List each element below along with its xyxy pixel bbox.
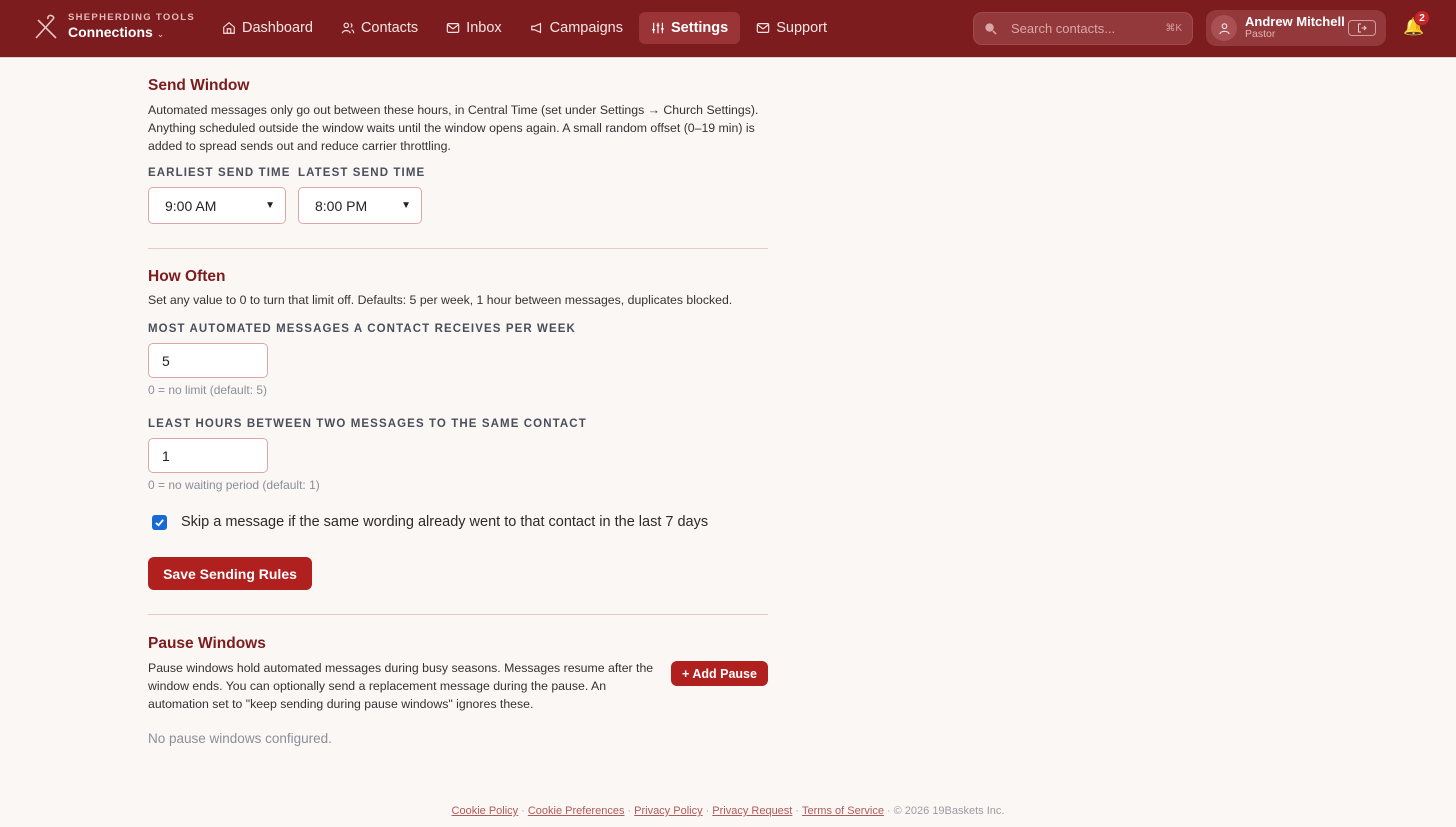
send-window-title: Send Window (148, 77, 250, 94)
footer-separator: · (627, 805, 632, 817)
latest-send-time-value: 8:00 PM (315, 197, 368, 214)
footer-separator: · (795, 805, 800, 817)
brand-name[interactable]: Connections ⌄ (68, 25, 195, 39)
nav-item-dashboard[interactable]: Dashboard (210, 12, 325, 44)
megaphone-icon (530, 22, 541, 34)
top-navbar: SHEPHERDING TOOLS Connections ⌄ Dashboard… (0, 0, 1456, 57)
nav-label: Campaigns (549, 20, 623, 36)
footer-separator: · (886, 805, 891, 817)
footer-link-cookie-policy[interactable]: Cookie Policy (452, 805, 519, 817)
footer-separator: · (521, 805, 525, 817)
skip-duplicate-label[interactable]: Skip a message if the same wording alrea… (181, 514, 708, 530)
logout-icon (1358, 23, 1367, 33)
footer-copyright: © 2026 19Baskets Inc. (893, 805, 1005, 817)
chevron-down-icon: ⌄ (156, 29, 165, 40)
checkmark-icon (155, 519, 164, 527)
earliest-send-time-label: EARLIEST SEND TIME (148, 167, 291, 179)
footer-link-privacy-request[interactable]: Privacy Request (712, 805, 792, 817)
brand[interactable]: SHEPHERDING TOOLS Connections ⌄ (32, 12, 195, 40)
section-divider (148, 614, 768, 615)
hours-between-label: LEAST HOURS BETWEEN TWO MESSAGES TO THE … (148, 418, 587, 430)
per-week-input[interactable] (148, 343, 268, 378)
send-window-description: Automated messages only go out between t… (148, 103, 759, 153)
pause-windows-description: Pause windows hold automated messages du… (148, 661, 654, 711)
pause-windows-title: Pause Windows (148, 635, 266, 652)
per-week-hint: 0 = no limit (default: 5) (148, 383, 268, 397)
brand-tagline: SHEPHERDING TOOLS (68, 11, 195, 23)
nav-item-support[interactable]: Support (744, 12, 839, 44)
save-sending-rules-button[interactable]: Save Sending Rules (148, 557, 312, 590)
skip-duplicate-checkbox[interactable] (152, 515, 167, 530)
logout-button[interactable] (1348, 20, 1376, 36)
hours-between-input[interactable] (148, 438, 268, 473)
user-icon (1218, 22, 1230, 34)
nav-label: Inbox (466, 20, 502, 36)
per-week-label: MOST AUTOMATED MESSAGES A CONTACT RECEIV… (148, 323, 576, 335)
chevron-down-icon: ▼ (401, 200, 411, 211)
footer: Cookie Policy · Cookie Preferences · Privacy… (0, 805, 1456, 817)
search-icon (985, 23, 997, 35)
empty-pause-windows-text: No pause windows configured. (148, 731, 332, 746)
contacts-icon (341, 22, 355, 34)
add-pause-button[interactable]: + Add Pause (671, 661, 768, 686)
latest-send-time-label: LATEST SEND TIME (298, 167, 426, 179)
hours-between-hint: 0 = no waiting period (default: 1) (148, 478, 320, 492)
notification-badge: 2 (1414, 10, 1430, 26)
chevron-down-icon: ▼ (265, 200, 275, 211)
search-input[interactable] (1011, 21, 1151, 36)
avatar (1211, 15, 1237, 41)
user-menu[interactable]: Andrew Mitchell Pastor (1206, 10, 1386, 46)
mail-icon (756, 23, 770, 33)
section-divider (148, 248, 768, 249)
shepherd-crook-logo-icon (35, 14, 57, 39)
latest-send-time-select[interactable]: 8:00 PM ▼ (298, 187, 422, 224)
nav-label: Settings (671, 20, 729, 36)
nav-item-contacts[interactable]: Contacts (329, 12, 430, 44)
nav-item-settings[interactable]: Settings (639, 12, 741, 44)
earliest-send-time-select[interactable]: 9:00 AM ▼ (148, 187, 286, 224)
mail-icon (446, 23, 460, 33)
sliders-icon (652, 22, 664, 34)
footer-link-privacy-policy[interactable]: Privacy Policy (634, 805, 702, 817)
user-name: Andrew Mitchell (1245, 14, 1345, 30)
home-icon (223, 22, 235, 34)
nav-label: Support (776, 20, 827, 36)
nav-item-inbox[interactable]: Inbox (434, 12, 513, 44)
nav-label: Contacts (360, 20, 419, 36)
footer-link-cookie-preferences[interactable]: Cookie Preferences (528, 805, 625, 817)
earliest-send-time-value: 9:00 AM (165, 197, 217, 214)
how-often-description: Set any value to 0 to turn that limit of… (148, 293, 733, 307)
how-often-title: How Often (148, 268, 226, 285)
user-role: Pastor (1245, 28, 1276, 41)
search-shortcut: ⌘K (1165, 23, 1182, 34)
nav-item-campaigns[interactable]: Campaigns (518, 12, 635, 44)
footer-separator: · (705, 805, 710, 817)
search-box[interactable]: ⌘K (973, 12, 1193, 45)
main-nav: Dashboard Contacts Inbox Campaigns Setti… (210, 12, 843, 44)
nav-label: Dashboard (242, 20, 313, 36)
footer-link-terms-of-service[interactable]: Terms of Service (802, 805, 884, 817)
